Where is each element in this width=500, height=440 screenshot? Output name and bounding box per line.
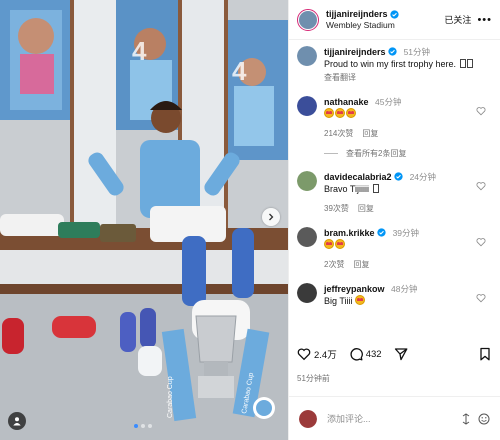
following-button[interactable]: 已关注 bbox=[444, 13, 471, 26]
locker-room-photo: 4 4 Carabao Cup Carabao Cup bbox=[0, 0, 288, 440]
view-replies-button[interactable]: 查看所有2条回复 bbox=[324, 148, 492, 159]
comment-item: davidecalabria2 24分钟 Bravo Tijiiiii 39次赞… bbox=[297, 171, 492, 215]
bookmark-icon bbox=[480, 347, 490, 361]
comment-input[interactable] bbox=[327, 413, 454, 424]
trophy-emoji-icon bbox=[459, 59, 466, 68]
save-button[interactable] bbox=[478, 347, 492, 361]
share-icon bbox=[394, 348, 408, 361]
add-comment-bar bbox=[289, 396, 500, 440]
author-avatar[interactable] bbox=[297, 8, 319, 31]
post-side-panel: tijjanireijnders Wembley Stadium 已关注 •••… bbox=[288, 0, 500, 440]
comment-item: jeffreypankow 48分钟 Big Tiiii bbox=[297, 283, 492, 307]
like-comment-icon[interactable] bbox=[476, 181, 486, 191]
post-location[interactable]: Wembley Stadium bbox=[326, 20, 444, 31]
heart-eyes-emoji-icon bbox=[346, 108, 356, 118]
carousel-indicator bbox=[134, 424, 152, 428]
heart-eyes-emoji-icon bbox=[335, 239, 345, 249]
caption-username[interactable]: tijjanireijnders bbox=[324, 47, 386, 57]
like-count[interactable]: 2.4万 bbox=[314, 347, 337, 361]
user-tag-button[interactable] bbox=[8, 412, 26, 430]
comment-username[interactable]: bram.krikke bbox=[324, 228, 375, 238]
comment-text: Big Tiiii bbox=[324, 296, 353, 306]
see-translation-link[interactable]: 查看翻译 bbox=[324, 72, 356, 84]
share-button[interactable] bbox=[394, 347, 408, 361]
verified-icon bbox=[394, 172, 403, 181]
caption-text: Proud to win my first trophy here. bbox=[324, 59, 457, 69]
comment-item: bram.krikke 39分钟 2次赞 回复 bbox=[297, 227, 492, 271]
commenter-avatar[interactable] bbox=[297, 171, 317, 191]
more-options-button[interactable]: ••• bbox=[477, 14, 492, 26]
comment-username[interactable]: davidecalabria2 bbox=[324, 172, 392, 182]
post-header: tijjanireijnders Wembley Stadium 已关注 ••• bbox=[289, 0, 500, 40]
comment-likes[interactable]: 2次赞 bbox=[324, 259, 344, 271]
comment-item: nathanake 45分钟 214次赞 回复 bbox=[297, 96, 492, 140]
caption-time: 51分钟 bbox=[403, 47, 431, 57]
user-tag-icon bbox=[13, 417, 21, 426]
svg-text:Carabao Cup: Carabao Cup bbox=[167, 376, 174, 418]
post-timestamp: 51分钟前 bbox=[297, 374, 330, 383]
comment-time: 48分钟 bbox=[391, 284, 418, 294]
caption: tijjanireijnders 51分钟 Proud to win my fi… bbox=[297, 46, 492, 84]
comment-button[interactable]: 432 bbox=[349, 347, 382, 361]
action-bar: 2.4万 432 bbox=[297, 347, 492, 361]
gif-sticker-icon[interactable] bbox=[460, 412, 472, 425]
view-replies-label: 查看所有2条回复 bbox=[346, 149, 407, 158]
svg-text:4: 4 bbox=[232, 56, 247, 86]
author-avatar[interactable] bbox=[297, 46, 317, 66]
heart-eyes-emoji-icon bbox=[335, 108, 345, 118]
carousel-dot bbox=[148, 424, 152, 428]
emoji-icon[interactable] bbox=[478, 413, 490, 425]
like-button[interactable]: 2.4万 bbox=[297, 347, 337, 361]
next-photo-button[interactable] bbox=[262, 208, 280, 226]
verified-icon bbox=[389, 9, 399, 19]
author-username[interactable]: tijjanireijnders bbox=[326, 9, 388, 20]
heart-eyes-emoji-icon bbox=[324, 108, 334, 118]
comment-text: Bravo Tijiiiii bbox=[324, 184, 370, 194]
heart-eyes-emoji-icon bbox=[324, 239, 334, 249]
reply-button[interactable]: 回复 bbox=[362, 128, 378, 140]
heart-eyes-emoji-icon bbox=[355, 295, 366, 305]
commenter-avatar[interactable] bbox=[297, 96, 317, 116]
commenter-avatar[interactable] bbox=[297, 227, 317, 247]
emoji-icon bbox=[372, 184, 379, 193]
comment-count: 432 bbox=[365, 348, 382, 360]
comment-time: 24分钟 bbox=[409, 172, 437, 182]
comment-time: 45分钟 bbox=[375, 97, 402, 107]
reply-button[interactable]: 回复 bbox=[358, 203, 374, 215]
reply-button[interactable]: 回复 bbox=[353, 259, 369, 271]
post-photo[interactable]: 4 4 Carabao Cup Carabao Cup bbox=[0, 0, 288, 440]
like-comment-icon[interactable] bbox=[476, 106, 486, 116]
comment-username[interactable]: nathanake bbox=[324, 97, 369, 107]
verified-icon bbox=[377, 228, 386, 237]
like-comment-icon[interactable] bbox=[476, 237, 486, 247]
comments-list[interactable]: tijjanireijnders 51分钟 Proud to win my fi… bbox=[289, 46, 500, 336]
carousel-dot bbox=[141, 424, 145, 428]
comment-username[interactable]: jeffreypankow bbox=[324, 284, 385, 294]
comment-icon bbox=[350, 348, 363, 361]
commenter-avatar[interactable] bbox=[297, 283, 317, 303]
comment-likes[interactable]: 39次赞 bbox=[324, 203, 349, 215]
carousel-dot bbox=[134, 424, 138, 428]
verified-icon bbox=[388, 47, 397, 56]
comment-time: 39分钟 bbox=[392, 228, 420, 238]
svg-text:4: 4 bbox=[132, 36, 147, 66]
chevron-right-icon bbox=[269, 213, 274, 221]
heart-icon bbox=[297, 348, 311, 361]
trophy-emoji-icon bbox=[466, 59, 473, 68]
like-comment-icon[interactable] bbox=[476, 293, 486, 303]
viewer-avatar bbox=[299, 409, 317, 428]
comment-likes[interactable]: 214次赞 bbox=[324, 128, 353, 140]
